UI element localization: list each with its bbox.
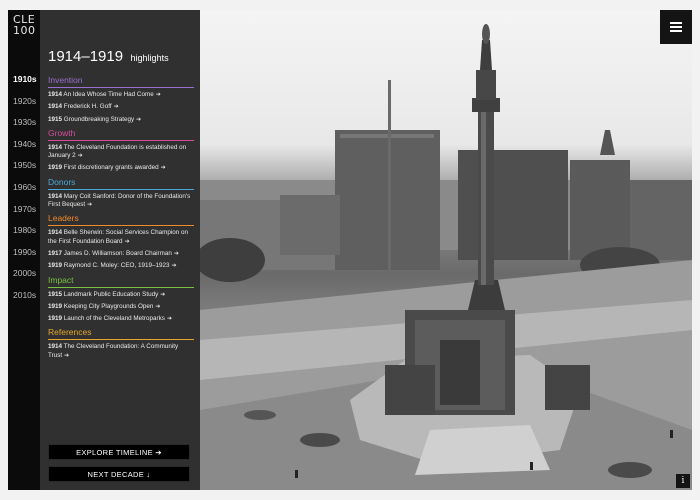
menu-icon-bar [670, 22, 682, 24]
highlight-year: 1919 [48, 262, 63, 270]
highlight-text: Raymond C. Moley: CEO, 1919–1923 [63, 262, 170, 270]
public-square-photo [200, 24, 692, 490]
section-title: Growth [48, 128, 194, 141]
highlight-text: Keeping City Playgrounds Open [63, 302, 154, 310]
section-title: Impact [48, 275, 194, 288]
section-donors: Donors 1914 Mary Coit Sanford: Donor of t… [48, 177, 194, 210]
explore-timeline-label: EXPLORE TIMELINE [76, 448, 153, 457]
hamburger-menu-button[interactable] [660, 10, 692, 44]
section-growth: Growth 1914 The Cleveland Foundation is e… [48, 128, 194, 173]
highlight-link[interactable]: 1915 Groundbreaking Strategy ➔ [48, 116, 194, 124]
highlight-year: 1919 [48, 164, 63, 172]
decade-item-1990s[interactable]: 1990s [8, 242, 40, 264]
menu-icon-bar [670, 26, 682, 28]
highlight-text: Mary Coit Sanford: Donor of the Foundati… [48, 192, 191, 209]
highlight-year: 1919 [48, 302, 63, 310]
decade-item-1930s[interactable]: 1930s [8, 112, 40, 134]
highlight-year: 1914 [48, 143, 63, 151]
arrow-right-icon: ➔ [160, 165, 166, 172]
highlight-link[interactable]: 1919 Raymond C. Moley: CEO, 1919–1923 ➔ [48, 262, 194, 270]
section-references: References 1914 The Cleveland Foundation:… [48, 327, 194, 360]
highlight-link[interactable]: 1914 Belle Sherwin: Social Services Cham… [48, 229, 194, 246]
arrow-right-icon: ➔ [87, 202, 93, 209]
highlight-link[interactable]: 1919 First discretionary grants awarded ➔ [48, 164, 194, 172]
highlight-text: The Cleveland Foundation is established … [48, 143, 187, 160]
section-title: Leaders [48, 213, 194, 227]
highlight-text: An Idea Whose Time Had Come [63, 91, 154, 98]
highlight-text: First discretionary grants awarded [63, 164, 159, 172]
menu-icon-bar [670, 30, 682, 32]
explore-timeline-button[interactable]: EXPLORE TIMELINE ➔ [48, 444, 190, 460]
arrow-right-icon: ➔ [77, 153, 83, 160]
decade-item-1950s[interactable]: 1950s [8, 155, 40, 177]
decade-item-2000s[interactable]: 2000s [8, 263, 40, 285]
decade-item-1940s[interactable]: 1940s [8, 134, 40, 156]
cle100-logo[interactable]: CLE 100 [13, 14, 39, 36]
arrow-right-icon: ➔ [124, 238, 130, 245]
decade-item-1910s[interactable]: 1910s [8, 69, 40, 91]
arrow-right-icon: ➔ [171, 263, 177, 270]
highlight-link[interactable]: 1915 Landmark Public Education Study ➔ [48, 291, 194, 299]
highlight-year: 1914 [48, 91, 63, 98]
arrow-right-icon: ➔ [173, 250, 179, 257]
highlight-text: Frederick H. Goff [63, 103, 112, 111]
app-frame: CLE 100 1910s 1920s 1930s 1940s 1950s 1960s 19… [8, 10, 692, 490]
decade-item-2010s[interactable]: 2010s [8, 285, 40, 307]
panel-heading: 1914–1919 highlights [48, 48, 194, 74]
highlight-link[interactable]: 1914 An Idea Whose Time Had Come ➔ [48, 91, 194, 99]
highlight-text: Groundbreaking Strategy [63, 115, 135, 123]
highlight-link[interactable]: 1914 The Cleveland Foundation: A Communi… [48, 343, 194, 360]
arrow-down-icon: ↓ [146, 470, 151, 479]
next-decade-button[interactable]: NEXT DECADE ↓ [48, 466, 190, 482]
section-title: Invention [48, 75, 194, 88]
info-icon[interactable]: i [676, 474, 690, 488]
highlight-link[interactable]: 1914 The Cleveland Foundation is establi… [48, 144, 194, 161]
highlight-year: 1914 [48, 192, 63, 200]
highlight-text: Belle Sherwin: Social Services Champion … [48, 229, 189, 245]
heading-suffix: highlights [130, 53, 169, 63]
section-leaders: Leaders 1914 Belle Sherwin: Social Servic… [48, 213, 194, 270]
highlight-text: James D. Williamson: Board Chairman [63, 249, 172, 257]
highlight-year: 1914 [48, 229, 63, 237]
section-impact: Impact 1915 Landmark Public Education Stu… [48, 275, 194, 324]
highlight-text: Launch of the Cleveland Metroparks [63, 315, 165, 323]
hero-photo [200, 10, 692, 490]
arrow-right-icon: ➔ [136, 116, 142, 123]
highlight-year: 1914 [48, 103, 63, 111]
section-invention: Invention 1914 An Idea Whose Time Had Com… [48, 75, 194, 124]
section-title: References [48, 327, 194, 341]
arrow-right-icon: ➔ [166, 316, 172, 323]
decade-item-1960s[interactable]: 1960s [8, 177, 40, 199]
highlights-panel: 1914–1919 highlights Invention 1914 An Id… [40, 10, 200, 490]
decade-nav: 1910s 1920s 1930s 1940s 1950s 1960s 1970s 1980s… [8, 69, 40, 307]
highlight-link[interactable]: 1917 James D. Williamson: Board Chairman… [48, 250, 194, 258]
highlight-year: 1917 [48, 249, 63, 257]
highlight-year: 1915 [48, 115, 63, 123]
arrow-right-icon: ➔ [155, 448, 162, 457]
decade-item-1980s[interactable]: 1980s [8, 220, 40, 242]
decade-rail: CLE 100 1910s 1920s 1930s 1940s 1950s 1960s 19… [8, 10, 40, 490]
highlight-year: 1919 [48, 315, 63, 323]
highlight-year: 1914 [48, 343, 63, 351]
highlight-link[interactable]: 1914 Mary Coit Sanford: Donor of the Fou… [48, 193, 194, 210]
highlight-sections: Invention 1914 An Idea Whose Time Had Com… [48, 75, 194, 360]
highlight-text: Landmark Public Education Study [63, 290, 159, 298]
heading-years: 1914–1919 [48, 48, 124, 65]
arrow-right-icon: ➔ [160, 291, 166, 298]
highlight-link[interactable]: 1919 Launch of the Cleveland Metroparks ➔ [48, 315, 194, 323]
arrow-right-icon: ➔ [113, 104, 119, 111]
decade-item-1970s[interactable]: 1970s [8, 199, 40, 221]
highlight-link[interactable]: 1914 Frederick H. Goff ➔ [48, 103, 194, 111]
section-title: Donors [48, 177, 194, 190]
decade-item-1920s[interactable]: 1920s [8, 91, 40, 113]
arrow-right-icon: ➔ [64, 352, 70, 359]
highlight-year: 1915 [48, 290, 63, 298]
next-decade-label: NEXT DECADE [87, 470, 145, 479]
logo-line-2: 100 [13, 24, 36, 37]
arrow-right-icon: ➔ [155, 303, 161, 310]
arrow-right-icon: ➔ [155, 92, 161, 98]
highlight-link[interactable]: 1919 Keeping City Playgrounds Open ➔ [48, 303, 194, 311]
